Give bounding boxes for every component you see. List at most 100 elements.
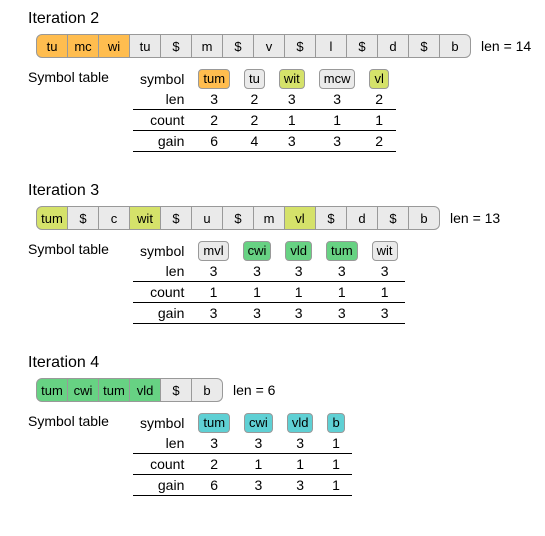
data-cell: 3 (278, 261, 319, 282)
token: tu (130, 34, 161, 58)
data-cell: 1 (236, 282, 279, 303)
data-cell: 3 (278, 303, 319, 324)
token: $ (316, 206, 347, 230)
symbol-table: symboltumcwivldblen3331count2111gain6331 (133, 412, 352, 496)
token: c (99, 206, 130, 230)
symbol-table: symbolmvlcwivldtumwitlen33333count11111g… (133, 240, 405, 324)
data-cell: 3 (272, 131, 312, 152)
row-header: len (133, 89, 191, 110)
symbol-cell: tum (326, 241, 358, 261)
token: $ (285, 34, 316, 58)
symbol-cell: cwi (244, 413, 273, 433)
token: m (254, 206, 285, 230)
data-cell: 1 (320, 454, 351, 475)
token: tum (36, 378, 68, 402)
len-label: len = 14 (481, 38, 531, 54)
data-cell: 2 (237, 110, 272, 131)
data-cell: 3 (319, 261, 365, 282)
col-header: symbol (133, 68, 191, 89)
row-header: gain (133, 475, 191, 496)
symbol-cell: vl (369, 69, 388, 89)
data-cell: 1 (312, 110, 363, 131)
row-header: gain (133, 303, 191, 324)
token: b (409, 206, 440, 230)
data-cell: 4 (237, 131, 272, 152)
token: tum (99, 378, 130, 402)
row-header: len (133, 261, 191, 282)
data-cell: 1 (319, 282, 365, 303)
len-label: len = 6 (233, 382, 275, 398)
data-cell: 1 (320, 475, 351, 496)
token: m (192, 34, 223, 58)
iteration-title: Iteration 4 (28, 354, 535, 372)
symbol-table-label: Symbol table (28, 68, 133, 85)
row-header: gain (133, 131, 191, 152)
symbol-cell: mcw (319, 69, 356, 89)
token: v (254, 34, 285, 58)
token: l (316, 34, 347, 58)
iteration-title: Iteration 3 (28, 182, 535, 200)
data-cell: 1 (191, 282, 235, 303)
token: $ (223, 206, 254, 230)
token: d (378, 34, 409, 58)
token: $ (347, 34, 378, 58)
token-row: tum$cwit$u$mvl$d$blen = 13 (36, 206, 535, 230)
col-header: symbol (133, 240, 191, 261)
data-cell: 3 (191, 303, 235, 324)
symbol-cell: vld (285, 241, 312, 261)
data-cell: 2 (191, 110, 237, 131)
token: tum (36, 206, 68, 230)
data-cell: 1 (237, 454, 280, 475)
token: d (347, 206, 378, 230)
data-cell: 3 (312, 131, 363, 152)
symbol-cell: mvl (198, 241, 228, 261)
token-row: tumcwitu$m$v$l$d$blen = 14 (36, 34, 535, 58)
data-cell: 2 (362, 89, 395, 110)
data-cell: 3 (280, 433, 321, 454)
token: u (192, 206, 223, 230)
symbol-cell: cwi (243, 241, 272, 261)
row-header: count (133, 110, 191, 131)
symbol-cell: tum (198, 413, 230, 433)
data-cell: 3 (312, 89, 363, 110)
token: tu (36, 34, 68, 58)
data-cell: 1 (362, 110, 395, 131)
data-cell: 2 (362, 131, 395, 152)
data-cell: 3 (191, 433, 237, 454)
token: $ (161, 378, 192, 402)
token: $ (68, 206, 99, 230)
token: wit (130, 206, 161, 230)
data-cell: 1 (278, 282, 319, 303)
data-cell: 6 (191, 131, 237, 152)
token: vl (285, 206, 316, 230)
symbol-table-label: Symbol table (28, 412, 133, 429)
data-cell: 3 (191, 89, 237, 110)
iteration-title: Iteration 2 (28, 10, 535, 28)
symbol-cell: tum (198, 69, 230, 89)
token: $ (161, 206, 192, 230)
data-cell: 2 (191, 454, 237, 475)
col-header: symbol (133, 412, 191, 433)
data-cell: 6 (191, 475, 237, 496)
data-cell: 1 (320, 433, 351, 454)
token: wi (99, 34, 130, 58)
data-cell: 3 (191, 261, 235, 282)
symbol-table: symboltumtuwitmcwvllen32332count22111gai… (133, 68, 396, 152)
token: cwi (68, 378, 99, 402)
token: vld (130, 378, 161, 402)
data-cell: 1 (365, 282, 405, 303)
data-cell: 1 (280, 454, 321, 475)
token: b (440, 34, 471, 58)
data-cell: 3 (272, 89, 312, 110)
symbol-cell: wit (279, 69, 305, 89)
row-header: count (133, 454, 191, 475)
token: $ (223, 34, 254, 58)
data-cell: 3 (237, 475, 280, 496)
token: b (192, 378, 223, 402)
symbol-cell: b (327, 413, 344, 433)
token: $ (378, 206, 409, 230)
data-cell: 1 (272, 110, 312, 131)
symbol-table-label: Symbol table (28, 240, 133, 257)
data-cell: 3 (236, 261, 279, 282)
symbol-cell: tu (244, 69, 265, 89)
